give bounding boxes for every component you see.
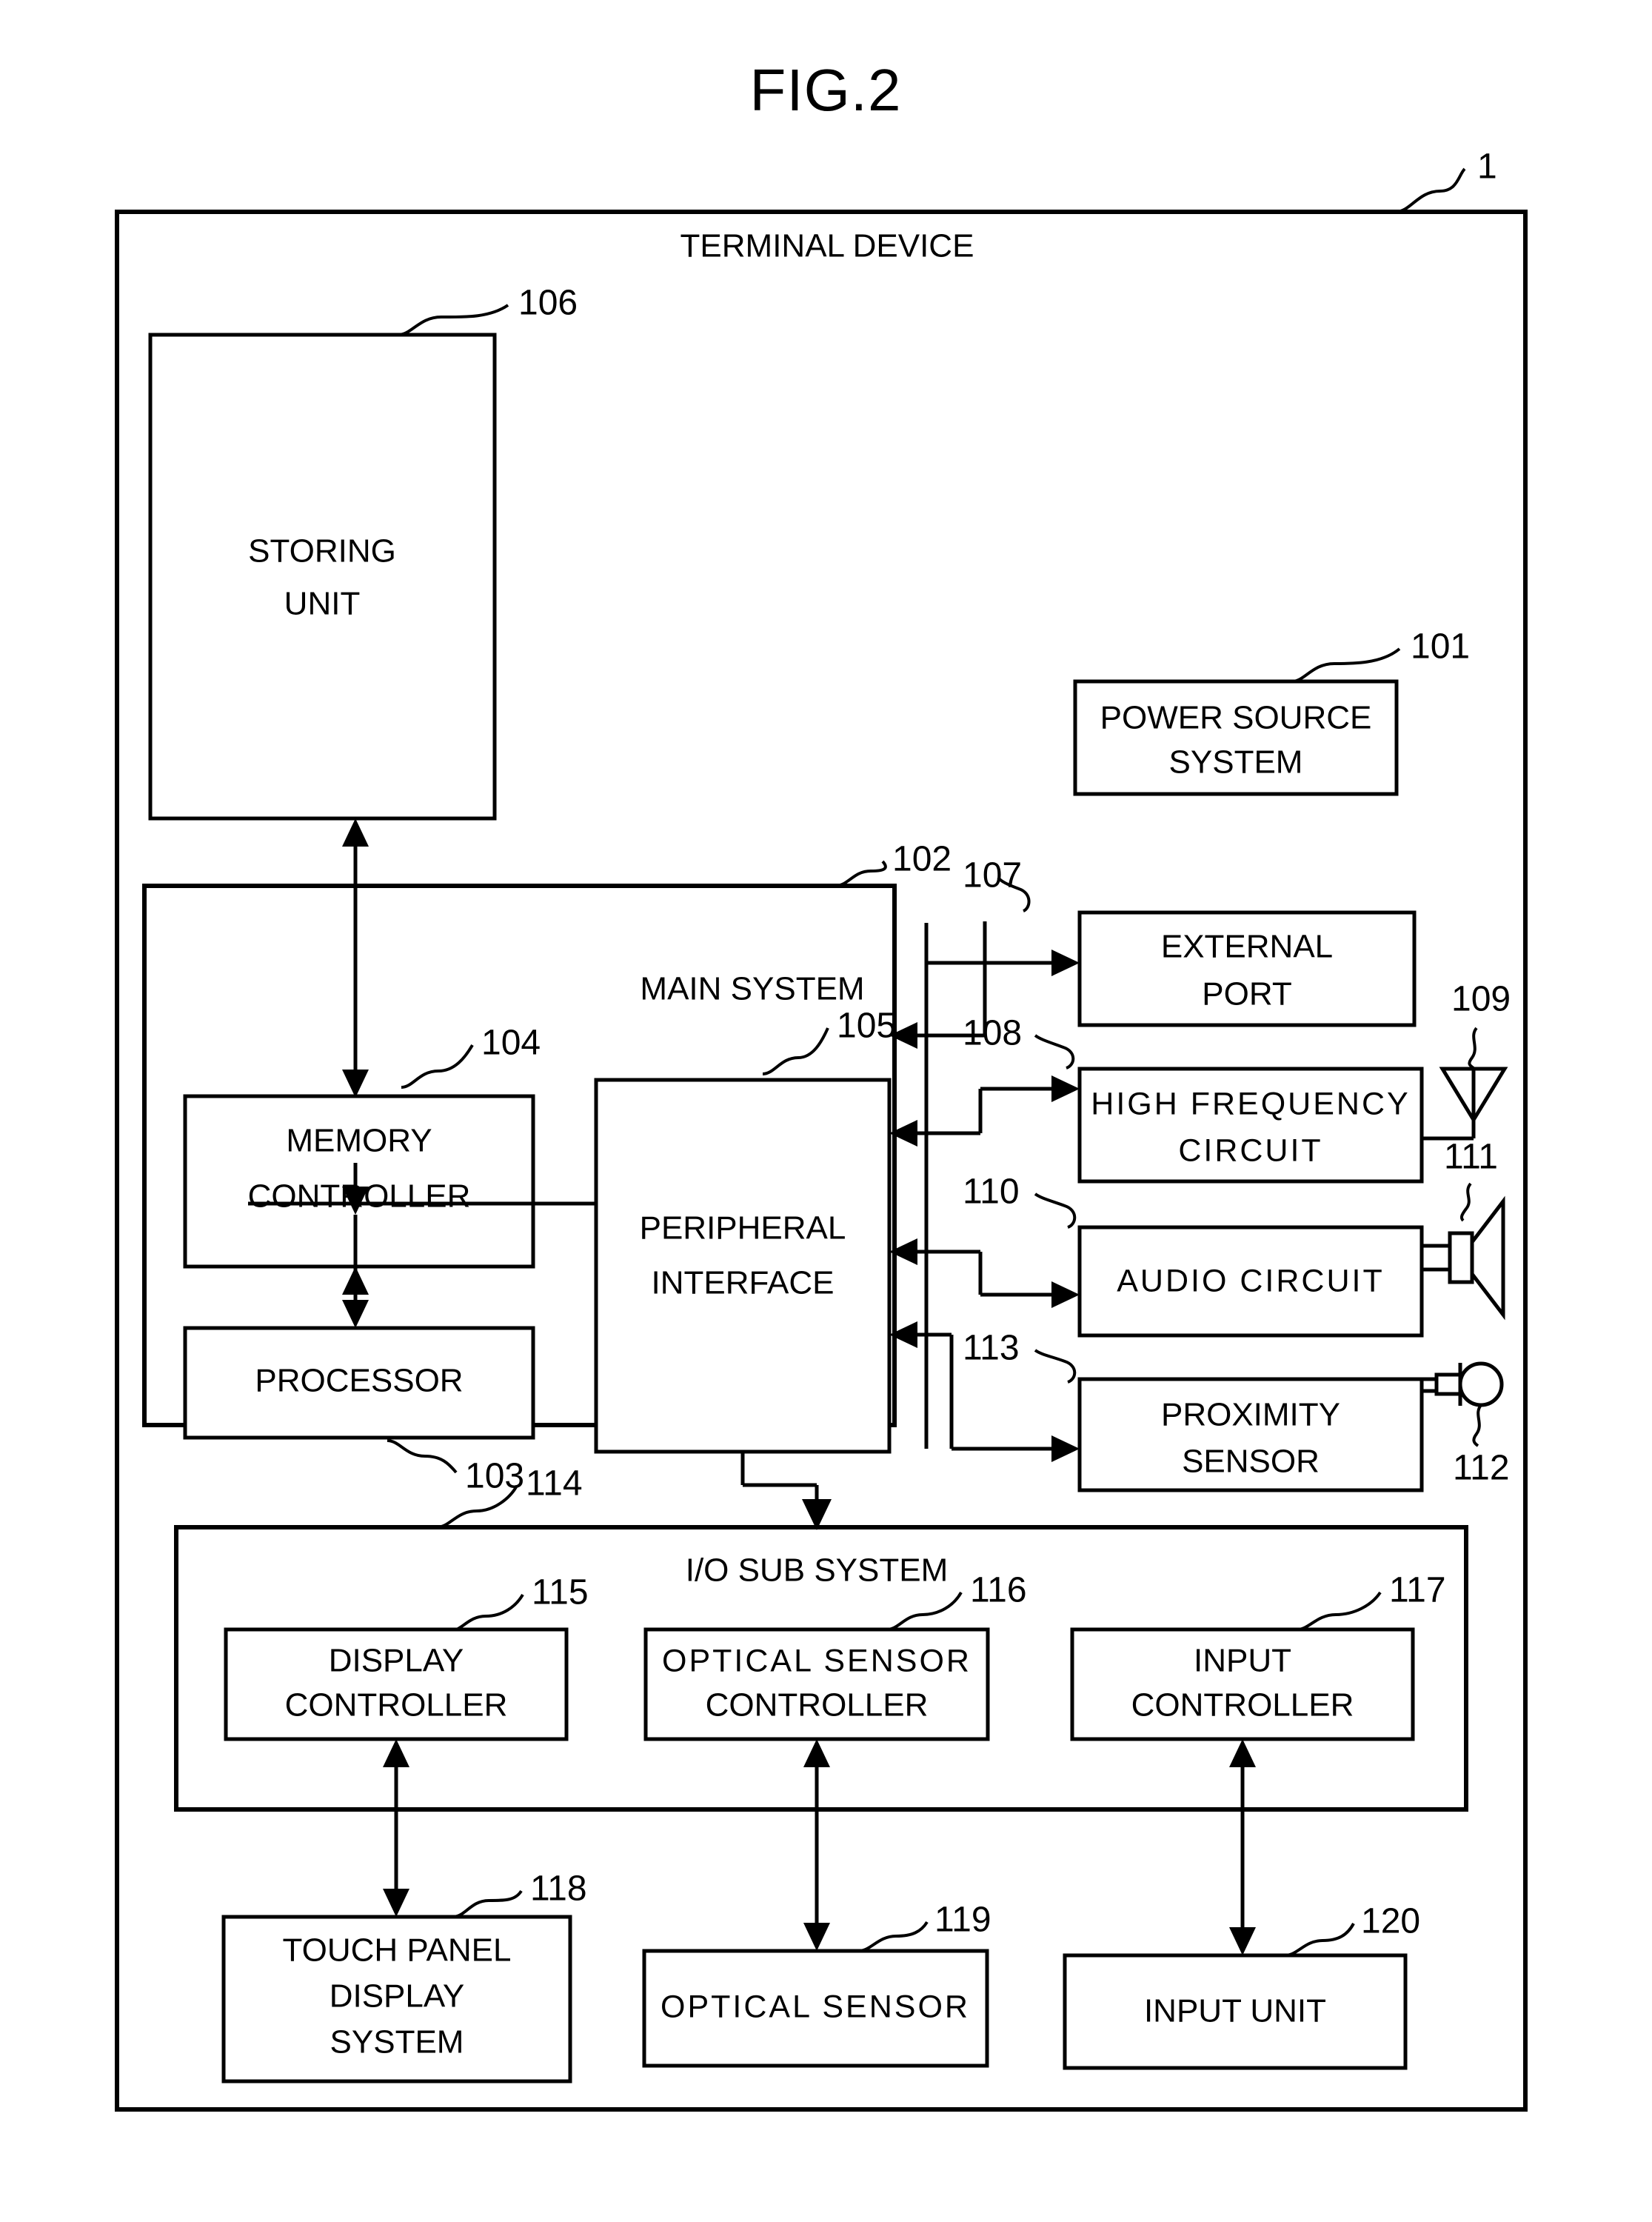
- storing-unit-label-line2: UNIT: [284, 586, 361, 622]
- figure-title: FIG.2: [749, 57, 901, 123]
- leader-line-113: [1034, 1349, 1077, 1384]
- ref-num-110: 110: [963, 1172, 1020, 1212]
- ref-num-119: 119: [934, 1901, 991, 1940]
- ref-num-109: 109: [1451, 980, 1511, 1019]
- ref-num-113: 113: [963, 1329, 1020, 1368]
- leader-line-112: [1472, 1404, 1482, 1447]
- speaker-icon: [1470, 1195, 1505, 1321]
- peripheral-interface-label-line2: INTERFACE: [652, 1265, 835, 1301]
- arrowhead-down-processor-top: [342, 1267, 369, 1295]
- leader-line-118: [452, 1889, 523, 1918]
- arrowhead-down-input-unit: [1229, 1927, 1256, 1955]
- io-sub-system-label: I/O SUB SYSTEM: [686, 1552, 949, 1589]
- leader-line-120: [1285, 1923, 1355, 1957]
- high-frequency-circuit-label-line2: CIRCUIT: [1178, 1132, 1322, 1168]
- touch-panel-label-line1: TOUCH PANEL: [283, 1932, 512, 1969]
- leader-line-105: [762, 1027, 829, 1075]
- microphone-icon: [1458, 1361, 1504, 1407]
- ref-num-112: 112: [1453, 1449, 1510, 1488]
- ref-num-114: 114: [526, 1464, 583, 1504]
- ref-num-120: 120: [1361, 1902, 1420, 1941]
- ref-num-104: 104: [481, 1024, 541, 1063]
- ref-num-105: 105: [837, 1007, 896, 1046]
- ref-num-117: 117: [1389, 1571, 1446, 1610]
- memory-controller-label-line1: MEMORY: [286, 1123, 432, 1159]
- arrowhead-down-memory: [342, 1070, 369, 1098]
- high-frequency-circuit-label-line1: HIGH FREQUENCY: [1091, 1086, 1410, 1121]
- display-controller-label-line2: CONTROLLER: [285, 1687, 508, 1724]
- external-port-label-line2: PORT: [1202, 976, 1291, 1012]
- ref-num-102: 102: [892, 840, 952, 879]
- leader-line-101: [1291, 647, 1401, 683]
- arrowhead-audio-circuit: [1051, 1281, 1080, 1308]
- leader-line-117: [1297, 1591, 1382, 1631]
- optical-sensor-controller-label-line2: CONTROLLER: [706, 1687, 929, 1724]
- power-source-system-label-line2: SYSTEM: [1169, 744, 1303, 781]
- external-port-label-line1: EXTERNAL: [1161, 929, 1333, 965]
- leader-line-115: [449, 1593, 524, 1632]
- proximity-sensor-label-line2: SENSOR: [1182, 1444, 1320, 1480]
- leader-line-104: [401, 1044, 474, 1089]
- terminal-device-label: TERMINAL DEVICE: [680, 228, 974, 264]
- arrowhead-down-optical-sensor: [803, 1923, 830, 1951]
- ref-num-101: 101: [1411, 627, 1470, 667]
- arrowhead-up-storing: [342, 818, 369, 847]
- leader-line-116: [886, 1591, 963, 1631]
- main-system-label: MAIN SYSTEM: [640, 971, 864, 1007]
- ref-num-116: 116: [970, 1571, 1027, 1610]
- ref-num-106: 106: [518, 284, 578, 323]
- patent-figure: FIG.2 1 TERMINAL DEVICE 106 STORING UNIT…: [0, 0, 1652, 2222]
- input-controller-label-line2: CONTROLLER: [1131, 1687, 1354, 1724]
- ref-num-111: 111: [1444, 1138, 1498, 1177]
- leader-line-102: [835, 860, 887, 887]
- power-source-system-label-line1: POWER SOURCE: [1100, 700, 1372, 736]
- leader-line-109: [1468, 1027, 1478, 1070]
- input-controller-label-line1: INPUT: [1194, 1643, 1291, 1679]
- leader-line-1: [1395, 167, 1466, 213]
- ref-num-107: 107: [963, 856, 1022, 895]
- audio-circuit-label: AUDIO CIRCUIT: [1117, 1263, 1385, 1298]
- display-controller-label-line1: DISPLAY: [329, 1643, 464, 1679]
- touch-panel-label-line2: DISPLAY: [330, 1978, 465, 2015]
- processor-label: PROCESSOR: [255, 1363, 463, 1399]
- leader-line-111: [1459, 1182, 1472, 1222]
- leader-line-110: [1034, 1192, 1077, 1229]
- storing-unit-box[interactable]: [148, 333, 497, 821]
- speaker-icon-body: [1448, 1231, 1474, 1284]
- arrowhead-high-frequency: [1051, 1075, 1080, 1102]
- leader-line-106: [398, 304, 509, 336]
- touch-panel-label-line3: SYSTEM: [330, 2024, 464, 2061]
- ref-num-108: 108: [963, 1014, 1022, 1053]
- ref-num-118: 118: [530, 1869, 587, 1909]
- storing-unit-label-line1: STORING: [248, 533, 396, 570]
- leader-line-108: [1034, 1034, 1075, 1070]
- optical-sensor-controller-label-line1: OPTICAL SENSOR: [662, 1643, 972, 1678]
- leader-line-103: [387, 1439, 458, 1474]
- arrowhead-down-processor: [342, 1300, 369, 1328]
- microphone-icon-stem: [1434, 1372, 1462, 1396]
- optical-sensor-label: OPTICAL SENSOR: [661, 1989, 970, 2024]
- leader-line-119: [858, 1921, 929, 1952]
- input-unit-label: INPUT UNIT: [1144, 1993, 1326, 2029]
- arrowhead-down-touch-panel: [383, 1889, 409, 1917]
- peripheral-interface-label-line1: PERIPHERAL: [640, 1210, 846, 1247]
- arrowhead-external-port: [1051, 950, 1080, 976]
- ref-num-115: 115: [532, 1573, 589, 1612]
- arrowhead-proximity-sensor: [1051, 1435, 1080, 1462]
- arrowhead-up-input-controller: [1229, 1739, 1256, 1767]
- arrowhead-up-display-controller: [383, 1739, 409, 1767]
- arrowhead-up-optical-controller: [803, 1739, 830, 1767]
- ref-num-1: 1: [1477, 147, 1497, 187]
- proximity-sensor-label-line1: PROXIMITY: [1161, 1397, 1340, 1433]
